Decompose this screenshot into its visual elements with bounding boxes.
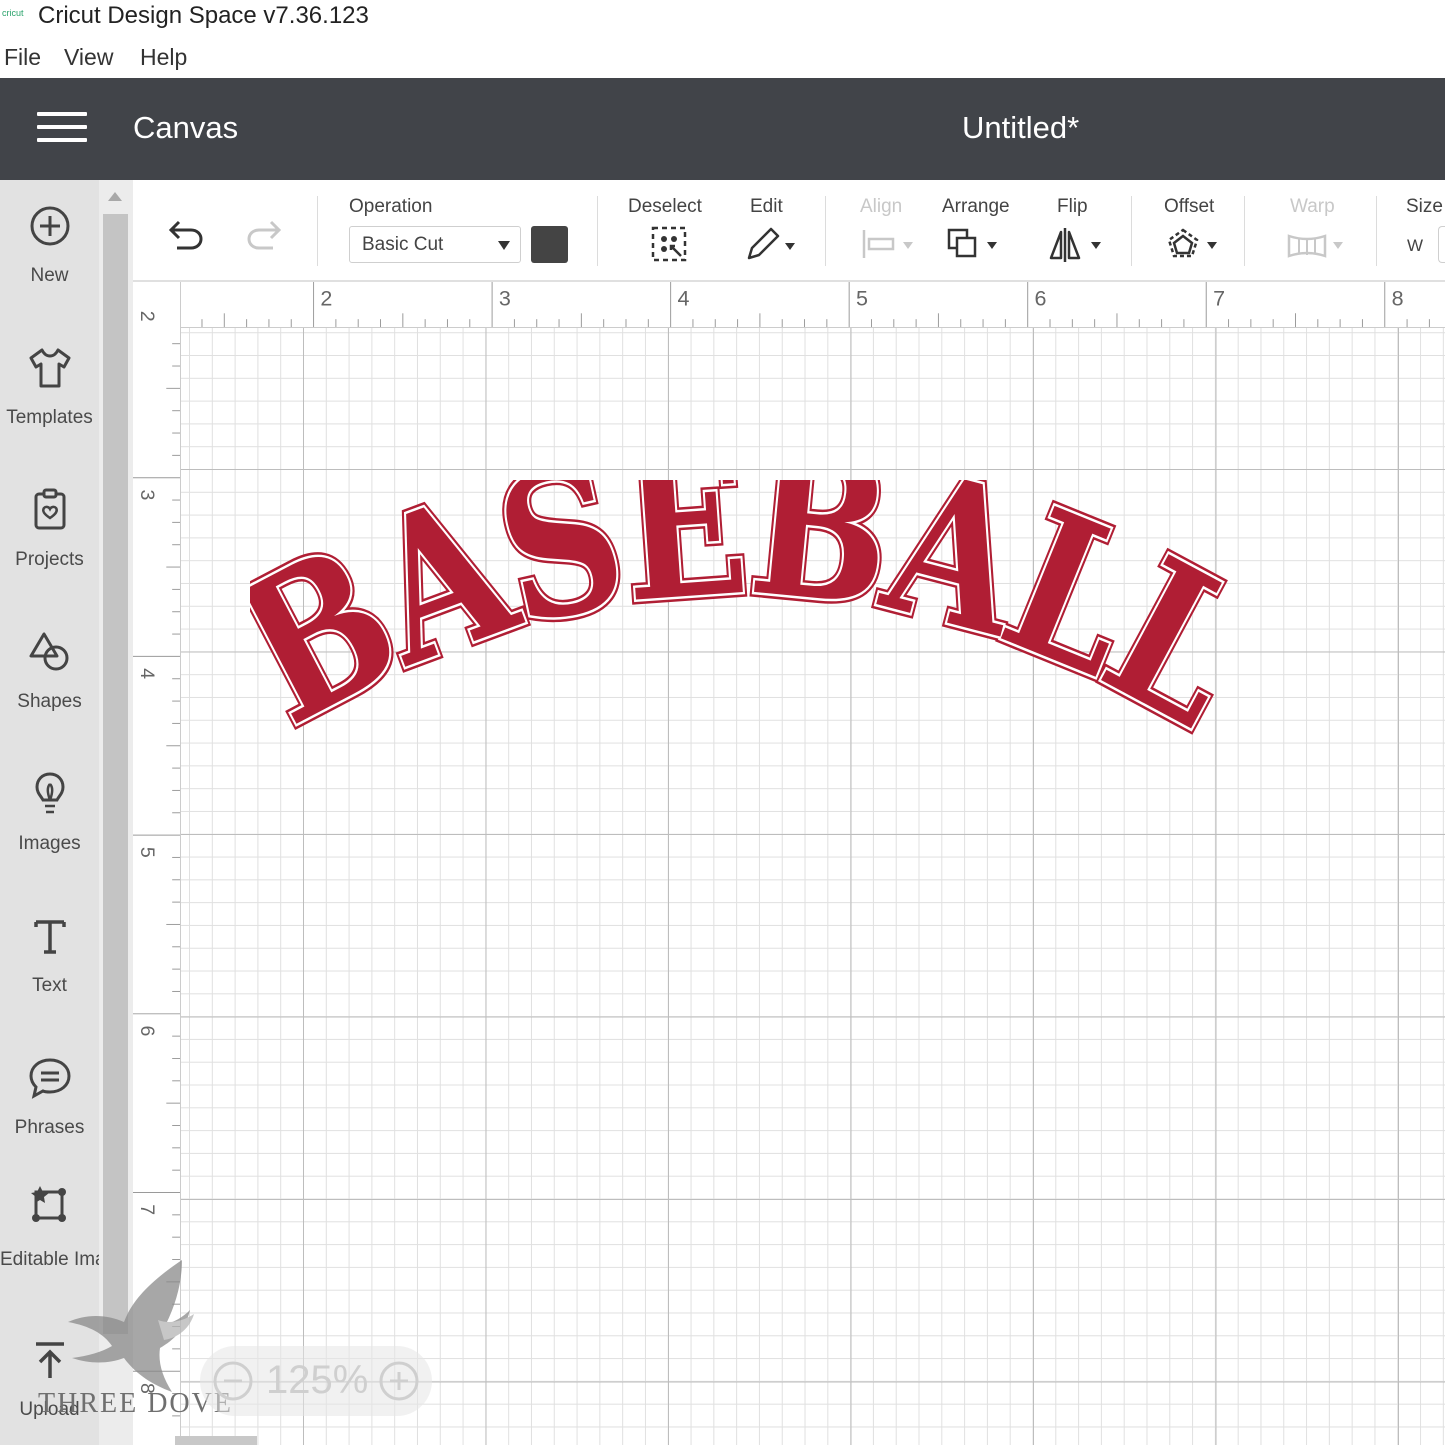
zoom-level: 125% <box>266 1358 369 1402</box>
hamburger-menu-icon[interactable] <box>37 112 87 146</box>
size-width-label: W <box>1407 236 1424 255</box>
ruler-top-label: 4 <box>677 286 689 310</box>
panel-new-button[interactable]: New <box>0 202 99 291</box>
ruler-horizontal: 2 3 4 5 6 7 8 <box>133 282 1445 328</box>
panel-images-button[interactable]: Images <box>0 770 99 859</box>
panel-shapes-label: Shapes <box>17 691 82 712</box>
scroll-up-arrow-icon[interactable] <box>108 192 122 201</box>
zoom-control: 125% <box>200 1346 432 1416</box>
warp-label: Warp <box>1290 196 1335 217</box>
speech-bubble-icon <box>28 1058 71 1099</box>
panel-templates-button[interactable]: Templates <box>0 344 99 433</box>
menu-bar: File View Help <box>0 38 1445 76</box>
toolbar-separator <box>317 196 318 266</box>
align-icon <box>862 230 913 258</box>
ruler-left-label: 3 <box>136 489 158 500</box>
toolbar-separator <box>1376 196 1377 266</box>
toolbar-separator <box>597 196 598 266</box>
operation-dropdown[interactable]: Basic Cut <box>349 226 521 263</box>
baseball-text-fill: BASEBALL <box>250 480 1230 770</box>
panel-projects-button[interactable]: Projects <box>0 486 99 575</box>
panel-text-label: Text <box>32 975 67 996</box>
editable-image-icon <box>30 1186 66 1222</box>
panel-templates-label: Templates <box>6 407 93 428</box>
toolbar-separator <box>1131 196 1132 266</box>
window-title: Cricut Design Space v7.36.123 <box>38 2 369 29</box>
menu-view[interactable]: View <box>64 44 113 71</box>
document-title[interactable]: Untitled* <box>962 110 1079 146</box>
scrollbar-thumb[interactable] <box>103 214 128 1334</box>
left-panel: New Templates Projects Shapes Images Tex… <box>0 180 136 1445</box>
lightbulb-icon <box>34 772 65 814</box>
arrange-icon[interactable] <box>945 224 1005 264</box>
left-panel-scrollbar[interactable] <box>99 180 133 1445</box>
zoom-in-icon[interactable] <box>378 1360 420 1402</box>
ruler-top-label: 5 <box>856 286 868 310</box>
align-label: Align <box>860 196 903 217</box>
ruler-top-label: 8 <box>1392 286 1404 310</box>
edit-toolbar: Operation Basic Cut Deselect Edit Align … <box>133 180 1445 282</box>
toolbar-separator <box>1244 196 1245 266</box>
flip-label: Flip <box>1057 196 1088 217</box>
menu-help[interactable]: Help <box>140 44 187 71</box>
ruler-top-label: 3 <box>499 286 511 310</box>
offset-icon[interactable] <box>1163 224 1223 264</box>
undo-icon[interactable] <box>165 216 209 254</box>
ruler-top-label: 2 <box>320 286 332 310</box>
plus-circle-icon <box>30 206 69 246</box>
offset-label: Offset <box>1164 196 1215 217</box>
operation-value: Basic Cut <box>362 234 444 255</box>
flip-icon[interactable] <box>1047 224 1107 264</box>
chevron-down-icon <box>498 241 510 250</box>
panel-images-label: Images <box>18 833 81 854</box>
horizontal-scrollbar-thumb[interactable] <box>175 1436 257 1445</box>
arrange-label: Arrange <box>942 196 1010 217</box>
ruler-left-label: 5 <box>136 847 158 858</box>
panel-projects-label: Projects <box>15 549 84 570</box>
zoom-out-icon[interactable] <box>212 1360 254 1402</box>
panel-phrases-button[interactable]: Phrases <box>0 1054 99 1143</box>
app-header: Canvas Untitled* <box>0 78 1445 180</box>
text-t-icon <box>33 920 66 954</box>
app-logo-icon: cricut <box>2 8 24 18</box>
toolbar-separator <box>825 196 826 266</box>
menu-file[interactable]: File <box>4 44 41 71</box>
size-label: Size <box>1406 196 1443 217</box>
deselect-label: Deselect <box>628 196 702 217</box>
ruler-top-label: 6 <box>1035 286 1047 310</box>
tshirt-icon <box>29 348 70 388</box>
projects-icon <box>34 488 65 530</box>
panel-phrases-label: Phrases <box>14 1117 85 1138</box>
warp-icon <box>1287 234 1343 258</box>
panel-new-label: New <box>30 265 69 286</box>
operation-color-swatch[interactable] <box>531 226 568 263</box>
operation-label: Operation <box>349 196 433 217</box>
deselect-icon[interactable] <box>649 224 689 264</box>
redo-icon[interactable] <box>241 216 285 254</box>
ruler-top-label: 7 <box>1213 286 1225 310</box>
baseball-arched-text[interactable]: BASEBALL BASEBALL BASEBALL <box>250 480 1230 770</box>
ruler-left-label: 4 <box>136 668 158 679</box>
edit-pencil-icon[interactable] <box>743 224 799 264</box>
title-bar: cricut Cricut Design Space v7.36.123 <box>0 0 1445 36</box>
shapes-icon <box>29 632 68 671</box>
size-width-input[interactable] <box>1438 226 1445 263</box>
ruler-left-label: 7 <box>136 1204 158 1215</box>
ruler-left-label: 6 <box>136 1026 158 1037</box>
ruler-left-label: 2 <box>136 311 158 322</box>
header-section-title: Canvas <box>133 110 239 145</box>
panel-shapes-button[interactable]: Shapes <box>0 628 99 717</box>
edit-label: Edit <box>750 196 783 217</box>
panel-text-button[interactable]: Text <box>0 912 99 1001</box>
